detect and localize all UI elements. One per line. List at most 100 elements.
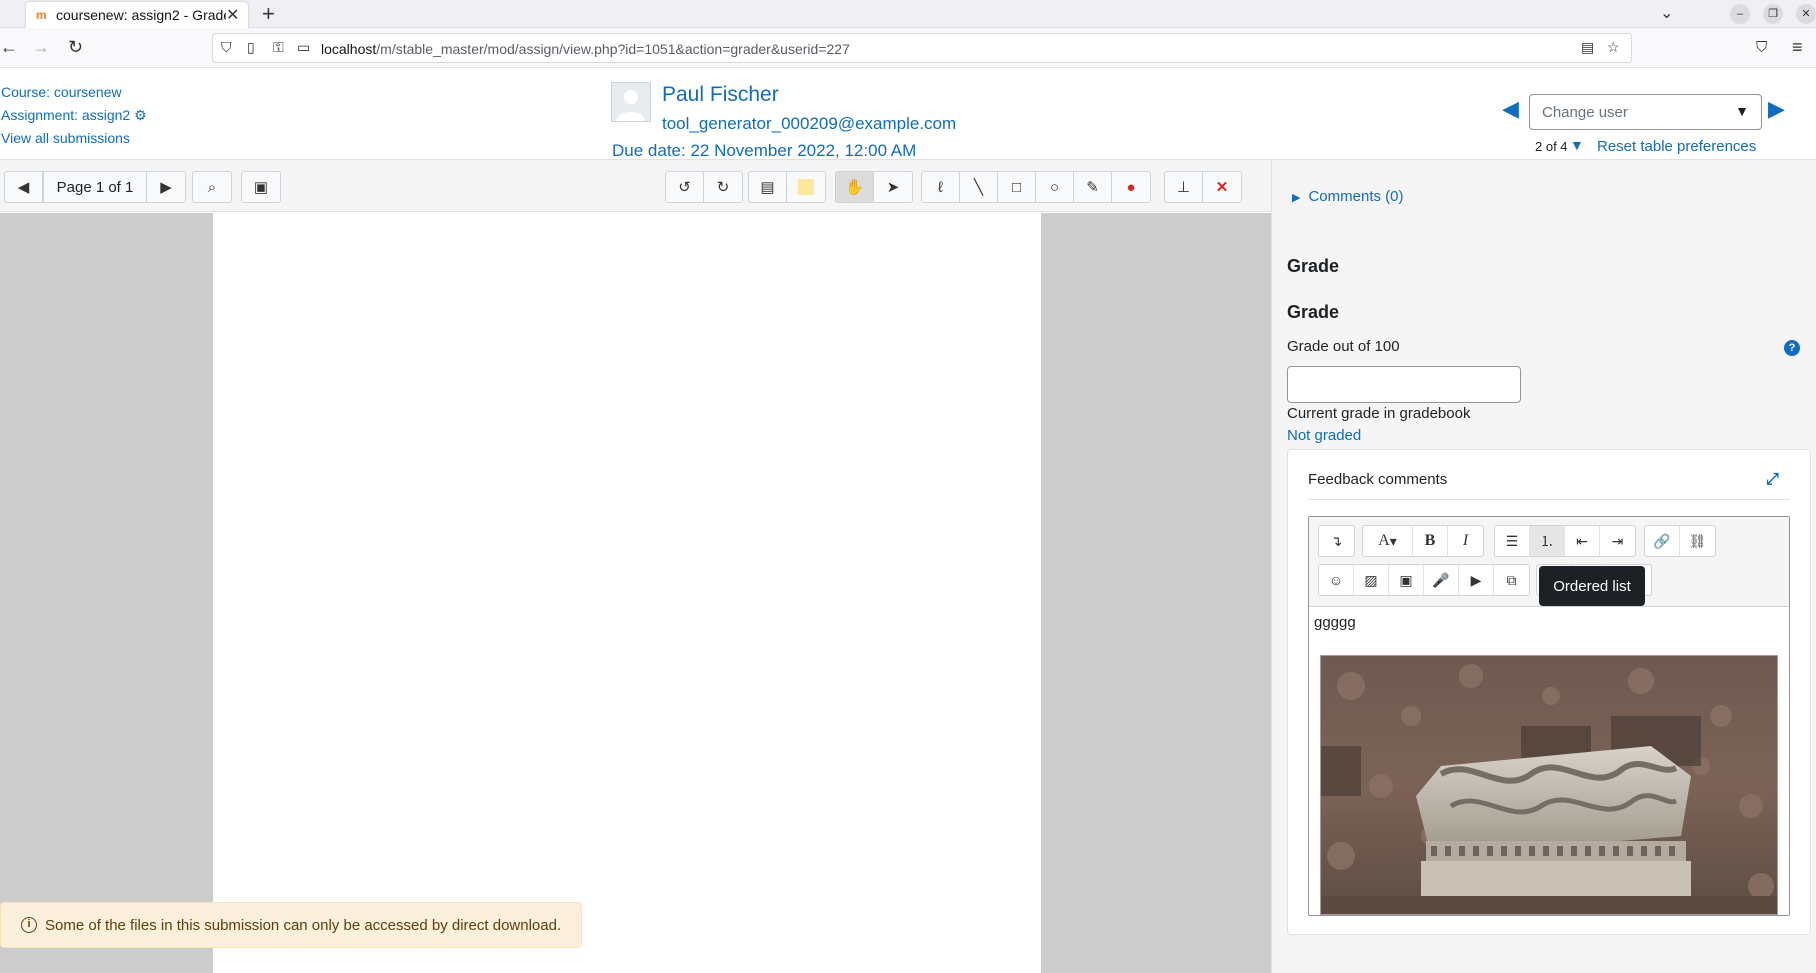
divider bbox=[1308, 499, 1790, 500]
rotate-left-icon[interactable]: ↺ bbox=[666, 172, 704, 202]
editor-toolbar-toggle-group: ↴ bbox=[1318, 525, 1355, 557]
not-graded-link[interactable]: Not graded bbox=[1287, 427, 1361, 444]
pdf-page[interactable] bbox=[213, 213, 1041, 973]
image-icon[interactable]: ▨ bbox=[1354, 565, 1389, 595]
record-audio-icon[interactable]: 🎤 bbox=[1424, 565, 1459, 595]
pan-hand-icon[interactable]: ✋ bbox=[836, 172, 874, 202]
new-tab-icon[interactable]: + bbox=[262, 1, 275, 27]
url-bar[interactable]: ⛉ ▯ ⚿ ▭ localhost/m/stable_master/mod/as… bbox=[212, 33, 1632, 63]
comment-icon[interactable]: ▤ bbox=[749, 172, 787, 202]
url-path: /m/stable_master/mod/assign/view.php?id=… bbox=[376, 41, 850, 57]
previous-user-icon[interactable]: ◀ bbox=[1502, 96, 1519, 122]
view-all-submissions-link[interactable]: View all submissions bbox=[1, 130, 130, 146]
oval-icon[interactable]: ○ bbox=[1036, 172, 1074, 202]
forward-icon[interactable]: → bbox=[32, 37, 50, 58]
rectangle-icon[interactable]: □ bbox=[998, 172, 1036, 202]
editor-format-group: A ▾ B I bbox=[1362, 525, 1484, 557]
minimize-icon[interactable]: – bbox=[1730, 4, 1750, 24]
annotation-colour-icon[interactable]: ● bbox=[1112, 172, 1150, 202]
rotate-right-icon[interactable]: ↻ bbox=[704, 172, 742, 202]
toolbar-toggle-icon[interactable]: ↴ bbox=[1319, 526, 1354, 556]
unordered-list-icon[interactable]: ☰ bbox=[1495, 526, 1530, 556]
help-icon[interactable]: ? bbox=[1784, 340, 1800, 356]
browser-tab[interactable]: m coursenew: assign2 - Grader ✕ bbox=[26, 2, 248, 28]
line-icon[interactable]: ╲ bbox=[960, 172, 998, 202]
reload-icon[interactable]: ↻ bbox=[68, 37, 83, 58]
previous-page-icon[interactable]: ◀ bbox=[5, 172, 43, 202]
next-page-icon[interactable]: ▶ bbox=[147, 172, 185, 202]
grade-input[interactable] bbox=[1287, 366, 1521, 403]
shield-icon[interactable]: ⛉ bbox=[221, 39, 232, 56]
change-user-select[interactable]: Change user ▼ bbox=[1529, 94, 1762, 130]
grade-out-of-label: Grade out of 100 bbox=[1287, 338, 1400, 355]
ordered-list-tooltip: Ordered list bbox=[1539, 566, 1645, 606]
unlink-icon[interactable]: ⛓ bbox=[1680, 526, 1715, 556]
indent-icon[interactable]: ⇥ bbox=[1600, 526, 1635, 556]
gear-icon[interactable]: ⚙ bbox=[134, 107, 147, 123]
highlight-icon[interactable]: ✎ bbox=[1074, 172, 1112, 202]
search-comments-icon[interactable]: ⌕ bbox=[193, 172, 231, 202]
emoji-icon[interactable]: ☺ bbox=[1319, 565, 1354, 595]
editor-text[interactable]: ggggg bbox=[1314, 614, 1356, 631]
italic-icon[interactable]: I bbox=[1448, 526, 1483, 556]
user-name-link[interactable]: Paul Fischer bbox=[662, 83, 779, 107]
current-grade-label: Current grade in gradebook bbox=[1287, 405, 1471, 422]
bookmark-star-icon[interactable]: ☆ bbox=[1607, 39, 1620, 56]
comment-colour-icon[interactable] bbox=[787, 172, 825, 202]
avatar bbox=[611, 82, 651, 122]
url-host: localhost bbox=[321, 41, 377, 57]
course-link[interactable]: Course: coursenew bbox=[1, 84, 122, 100]
feedback-comments-title: Feedback comments bbox=[1308, 471, 1448, 488]
page-label[interactable]: Page 1 of 1 bbox=[43, 172, 147, 202]
record-video-icon[interactable]: ▶ bbox=[1459, 565, 1494, 595]
filter-icon[interactable]: ▼ bbox=[1570, 137, 1584, 153]
select-pointer-icon[interactable]: ➤ bbox=[874, 172, 912, 202]
comments-link: Comments (0) bbox=[1308, 188, 1404, 205]
close-tab-icon[interactable]: ✕ bbox=[226, 5, 239, 25]
close-window-icon[interactable]: ✕ bbox=[1796, 4, 1816, 24]
page-icon[interactable]: ▯ bbox=[247, 39, 255, 56]
next-user-icon[interactable]: ▶ bbox=[1768, 96, 1785, 122]
stamp-delete-group: ⊥ ✕ bbox=[1164, 171, 1242, 203]
assignment-link[interactable]: Assignment: assign2 bbox=[1, 107, 130, 123]
editor-list-group: ☰ ⒈ ⇤ ⇥ bbox=[1494, 525, 1636, 557]
paragraph-styles-icon[interactable]: A ▾ bbox=[1363, 526, 1413, 556]
bold-icon[interactable]: B bbox=[1413, 526, 1448, 556]
info-icon: i bbox=[21, 917, 37, 933]
grade-heading: Grade bbox=[1287, 256, 1340, 276]
link-icon[interactable]: 🔗 bbox=[1645, 526, 1680, 556]
pocket-icon[interactable]: ⛉ bbox=[1756, 39, 1767, 56]
hand-select-group: ✋ ➤ bbox=[835, 171, 913, 203]
tab-list-icon[interactable]: ⌄ bbox=[1660, 3, 1673, 23]
reader-view-icon[interactable]: ▤ bbox=[1581, 39, 1594, 56]
page-nav-group: ◀ Page 1 of 1 ▶ bbox=[4, 171, 186, 203]
ordered-list-icon[interactable]: ⒈ bbox=[1530, 526, 1565, 556]
permissions-icon[interactable]: ⚿ bbox=[273, 39, 284, 56]
comments-toggle[interactable]: ▶ Comments (0) bbox=[1292, 188, 1404, 205]
moodle-favicon-icon: m bbox=[36, 8, 47, 22]
collapse-panel-icon[interactable]: ▣ bbox=[242, 172, 280, 202]
menu-icon[interactable]: ≡ bbox=[1792, 37, 1803, 58]
pen-icon[interactable]: ℓ bbox=[922, 172, 960, 202]
assignment-link-wrap: Assignment: assign2 ⚙ bbox=[1, 107, 147, 124]
editor-insert-group: ☺ ▨ ▣ 🎤 ▶ ⧉ bbox=[1318, 564, 1530, 596]
user-email-link[interactable]: tool_generator_000209@example.com bbox=[662, 114, 956, 134]
ruins-photo-image bbox=[1321, 656, 1777, 914]
comment-tools-group: ▤ bbox=[748, 171, 826, 203]
user-count: 2 of 4 bbox=[1535, 139, 1568, 154]
change-user-placeholder: Change user bbox=[1542, 104, 1628, 121]
back-icon[interactable]: ← bbox=[0, 37, 18, 58]
restore-icon[interactable]: ❐ bbox=[1763, 4, 1783, 24]
outdent-icon[interactable]: ⇤ bbox=[1565, 526, 1600, 556]
lock-icon[interactable]: ▭ bbox=[297, 39, 310, 56]
drawing-tools-group: ℓ ╲ □ ○ ✎ ● bbox=[921, 171, 1151, 203]
reset-table-preferences-link[interactable]: Reset table preferences bbox=[1597, 138, 1756, 155]
expand-icon[interactable]: ⤢ bbox=[1766, 471, 1779, 489]
manage-files-icon[interactable]: ⧉ bbox=[1494, 565, 1529, 595]
delete-icon[interactable]: ✕ bbox=[1203, 172, 1241, 202]
due-date: Due date: 22 November 2022, 12:00 AM bbox=[612, 141, 917, 160]
media-icon[interactable]: ▣ bbox=[1389, 565, 1424, 595]
feedback-image[interactable] bbox=[1320, 655, 1778, 915]
url-text[interactable]: localhost/m/stable_master/mod/assign/vie… bbox=[321, 41, 850, 57]
stamp-icon[interactable]: ⊥ bbox=[1165, 172, 1203, 202]
